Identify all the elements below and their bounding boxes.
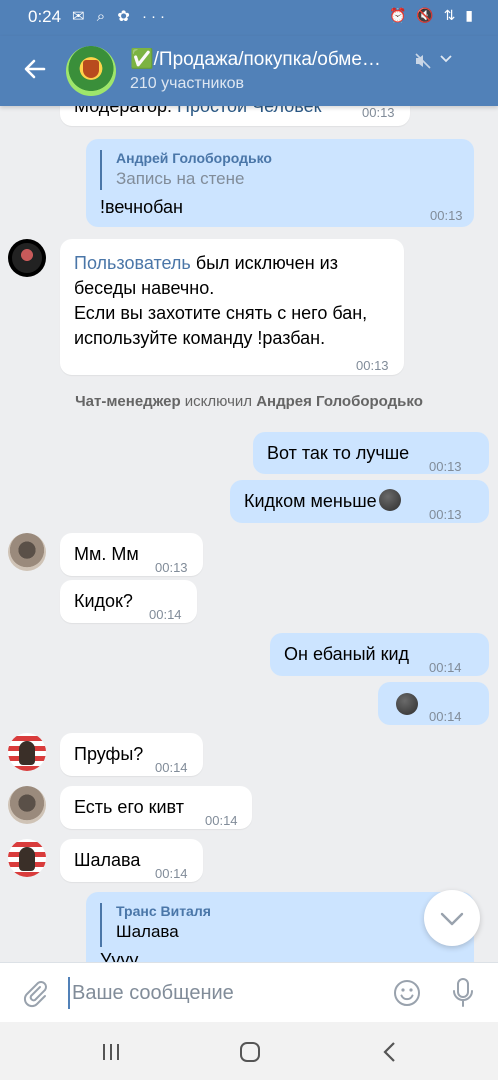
message-bubble[interactable]: Кидок? 00:14	[60, 580, 197, 623]
message-time: 00:13	[430, 208, 463, 223]
microphone-icon[interactable]	[448, 976, 478, 1010]
message-time: 00:13	[356, 358, 389, 373]
system-message: Чат-менеджер исключил Андрея Голобородьк…	[75, 393, 423, 410]
user-avatar[interactable]	[8, 786, 46, 824]
home-icon[interactable]	[236, 1038, 264, 1066]
message-bubble[interactable]: Он ебаный кид 00:14	[270, 633, 489, 676]
moderator-link[interactable]: Простой Человек	[177, 106, 321, 116]
message-bubble[interactable]: Есть его кивт 00:14	[60, 786, 252, 829]
user-avatar[interactable]	[8, 533, 46, 571]
emoji-smile-icon[interactable]	[392, 978, 422, 1008]
recent-apps-icon[interactable]	[97, 1038, 125, 1066]
message-bubble[interactable]: Модератор: Простой Человек 00:13	[60, 106, 410, 126]
message-composer	[0, 962, 498, 1022]
message-time: 00:13	[155, 560, 188, 575]
user-avatar[interactable]	[8, 839, 46, 877]
message-text: Есть его кивт	[74, 797, 184, 817]
reply-quote[interactable]: Андрей Голобородько Запись на стене	[100, 150, 272, 190]
message-text: Пользователь был исключен из беседы наве…	[74, 253, 368, 348]
status-time: 0:24	[28, 7, 62, 26]
message-time: 00:14	[155, 866, 188, 881]
reply-author: Андрей Голобородько	[116, 150, 272, 166]
reply-author: Транс Виталя	[116, 903, 211, 919]
message-text: Модератор: Простой Человек	[74, 106, 321, 119]
message-text: Он ебаный кид	[284, 644, 410, 664]
message-bubble[interactable]: 00:14	[378, 682, 489, 725]
message-text: Вот так то лучше	[267, 443, 410, 463]
message-bubble[interactable]: Шалава 00:14	[60, 839, 203, 882]
message-text: Мм. Мм	[74, 544, 139, 564]
message-time: 00:14	[149, 607, 182, 622]
message-bubble[interactable]: Кидком меньше 00:13	[230, 480, 489, 523]
message-text: Кидком меньше	[244, 489, 401, 514]
message-text: !вечнобан	[100, 197, 183, 217]
message-text: Уууу	[100, 950, 139, 962]
message-time: 00:14	[429, 709, 462, 724]
system-icons: ⏰ 🔇 ⇅ ▮	[389, 7, 476, 23]
message-time: 00:14	[155, 760, 188, 775]
target-link[interactable]: Андрея Голобородько	[256, 393, 423, 410]
user-avatar[interactable]	[8, 239, 46, 277]
chevron-down-icon[interactable]	[438, 50, 454, 66]
message-bubble[interactable]: Пользователь был исключен из беседы наве…	[60, 239, 404, 375]
reply-text: Шалава	[116, 922, 179, 941]
message-time: 00:13	[362, 106, 395, 120]
participants-count[interactable]: 210 участников	[130, 75, 244, 93]
reply-text: Запись на стене	[116, 169, 245, 188]
chat-header: ✅/Продажа/покупка/обме… 210 участников	[0, 36, 498, 106]
user-avatar[interactable]	[8, 733, 46, 771]
message-time: 00:14	[205, 813, 238, 828]
message-time: 00:13	[429, 507, 462, 522]
message-time: 00:14	[429, 660, 462, 675]
message-input[interactable]	[68, 977, 368, 1009]
paperclip-icon[interactable]	[20, 978, 50, 1008]
message-text: Шалава	[74, 850, 141, 870]
status-bar: 0:24 ✉ ⌕ ✿ ··· ⏰ 🔇 ⇅ ▮	[0, 0, 498, 36]
message-time: 00:13	[429, 459, 462, 474]
scroll-to-bottom-button[interactable]	[424, 890, 480, 946]
message-text: Пруфы?	[74, 744, 144, 764]
dark-moon-emoji-icon	[378, 489, 401, 511]
notification-icons: ✉ ⌕ ✿ ···	[72, 8, 170, 25]
group-avatar[interactable]	[66, 46, 116, 96]
message-text: Кидок?	[74, 591, 133, 611]
message-bubble[interactable]: Вот так то лучше 00:13	[253, 432, 489, 474]
dark-moon-emoji-icon	[396, 693, 418, 715]
back-arrow-icon[interactable]	[20, 54, 50, 84]
system-navigation-bar	[0, 1022, 498, 1080]
back-icon[interactable]	[376, 1038, 404, 1066]
message-bubble[interactable]: Мм. Мм 00:13	[60, 533, 203, 576]
message-bubble[interactable]: Пруфы? 00:14	[60, 733, 203, 776]
reply-quote[interactable]: Транс Виталя Шалава	[100, 903, 211, 947]
user-link[interactable]: Пользователь	[74, 253, 191, 273]
message-list[interactable]: Модератор: Простой Человек 00:13 Андрей …	[0, 106, 498, 962]
chat-title[interactable]: ✅/Продажа/покупка/обме…	[130, 47, 412, 71]
chevron-down-icon	[440, 912, 464, 926]
muted-icon	[415, 53, 431, 69]
actor-link[interactable]: Чат-менеджер	[75, 393, 181, 410]
